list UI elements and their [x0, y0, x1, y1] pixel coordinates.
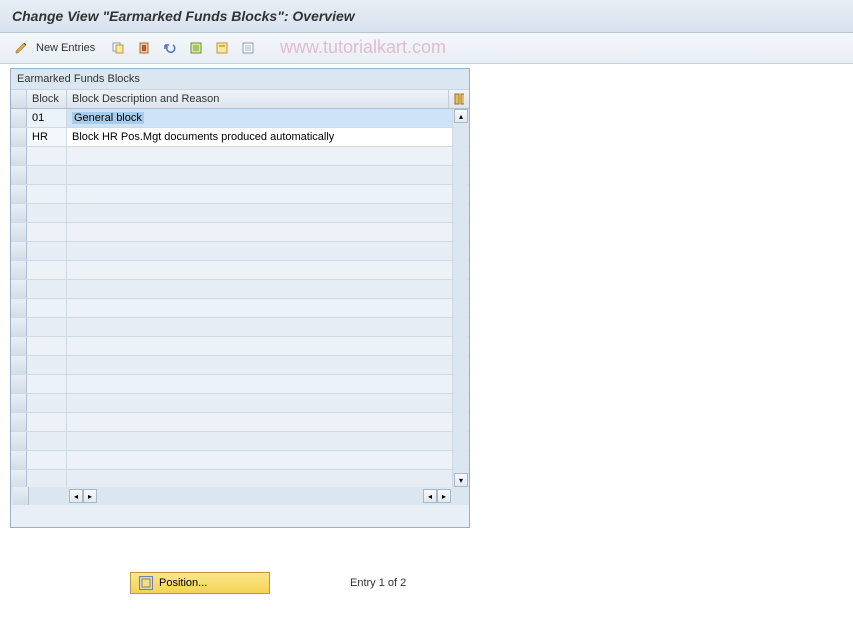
scroll-right-end-icon[interactable]: ▸ [437, 489, 451, 503]
copy-icon[interactable] [107, 38, 129, 58]
select-column-header[interactable] [11, 90, 27, 108]
table-container: Block Block Description and Reason 01 Ge… [11, 89, 469, 517]
table-row[interactable] [11, 280, 469, 299]
table-body: 01 General block HR Block HR Pos.Mgt doc… [11, 109, 469, 487]
delete-icon[interactable] [133, 38, 155, 58]
scroll-left-end-icon[interactable]: ◂ [423, 489, 437, 503]
block-column-header[interactable]: Block [27, 90, 67, 108]
table-row[interactable] [11, 337, 469, 356]
undo-icon[interactable] [159, 38, 181, 58]
page-title: Change View "Earmarked Funds Blocks": Ov… [0, 0, 853, 33]
table-row[interactable] [11, 470, 469, 487]
table-row[interactable] [11, 204, 469, 223]
table-row[interactable] [11, 413, 469, 432]
earmarked-funds-blocks-panel: Earmarked Funds Blocks Block Block Descr… [10, 68, 470, 528]
table-row[interactable] [11, 185, 469, 204]
table-row[interactable] [11, 375, 469, 394]
scroll-down-icon[interactable]: ▾ [454, 473, 468, 487]
column-config-icon[interactable] [449, 90, 469, 108]
table-row[interactable] [11, 147, 469, 166]
toolbar: New Entries www.tutorialkart.com [0, 33, 853, 64]
table-row[interactable] [11, 223, 469, 242]
display-change-icon[interactable] [10, 38, 32, 58]
deselect-all-icon[interactable] [237, 38, 259, 58]
select-all-icon[interactable] [185, 38, 207, 58]
table-row[interactable]: HR Block HR Pos.Mgt documents produced a… [11, 128, 469, 147]
row-selector[interactable] [11, 109, 27, 127]
table-header-row: Block Block Description and Reason [11, 89, 469, 109]
block-cell[interactable]: HR [27, 128, 67, 146]
panel-title: Earmarked Funds Blocks [11, 69, 469, 89]
block-cell[interactable]: 01 [27, 109, 67, 127]
row-selector[interactable] [11, 128, 27, 146]
table-row[interactable] [11, 166, 469, 185]
scroll-left-icon[interactable]: ◂ [69, 489, 83, 503]
vertical-scrollbar[interactable] [454, 123, 468, 473]
table-row[interactable]: 01 General block [11, 109, 469, 128]
table-row[interactable] [11, 261, 469, 280]
description-cell[interactable]: General block [67, 109, 453, 127]
position-label: Position... [159, 577, 207, 589]
select-block-icon[interactable] [211, 38, 233, 58]
description-cell[interactable]: Block HR Pos.Mgt documents produced auto… [67, 128, 453, 146]
table-row[interactable] [11, 318, 469, 337]
scroll-up-icon[interactable]: ▴ [454, 109, 468, 123]
table-row[interactable] [11, 432, 469, 451]
entry-count-text: Entry 1 of 2 [350, 577, 406, 589]
table-row[interactable] [11, 356, 469, 375]
horizontal-scrollbar: ◂ ▸ ◂ ▸ [11, 487, 469, 505]
scroll-right-icon[interactable]: ▸ [83, 489, 97, 503]
new-entries-button[interactable]: New Entries [36, 42, 95, 54]
description-column-header[interactable]: Block Description and Reason [67, 90, 449, 108]
table-row[interactable] [11, 242, 469, 261]
position-icon [139, 576, 153, 590]
footer: Position... Entry 1 of 2 [130, 572, 406, 594]
table-row[interactable] [11, 394, 469, 413]
table-row[interactable] [11, 299, 469, 318]
position-button[interactable]: Position... [130, 572, 270, 594]
watermark: www.tutorialkart.com [280, 37, 446, 58]
table-row[interactable] [11, 451, 469, 470]
